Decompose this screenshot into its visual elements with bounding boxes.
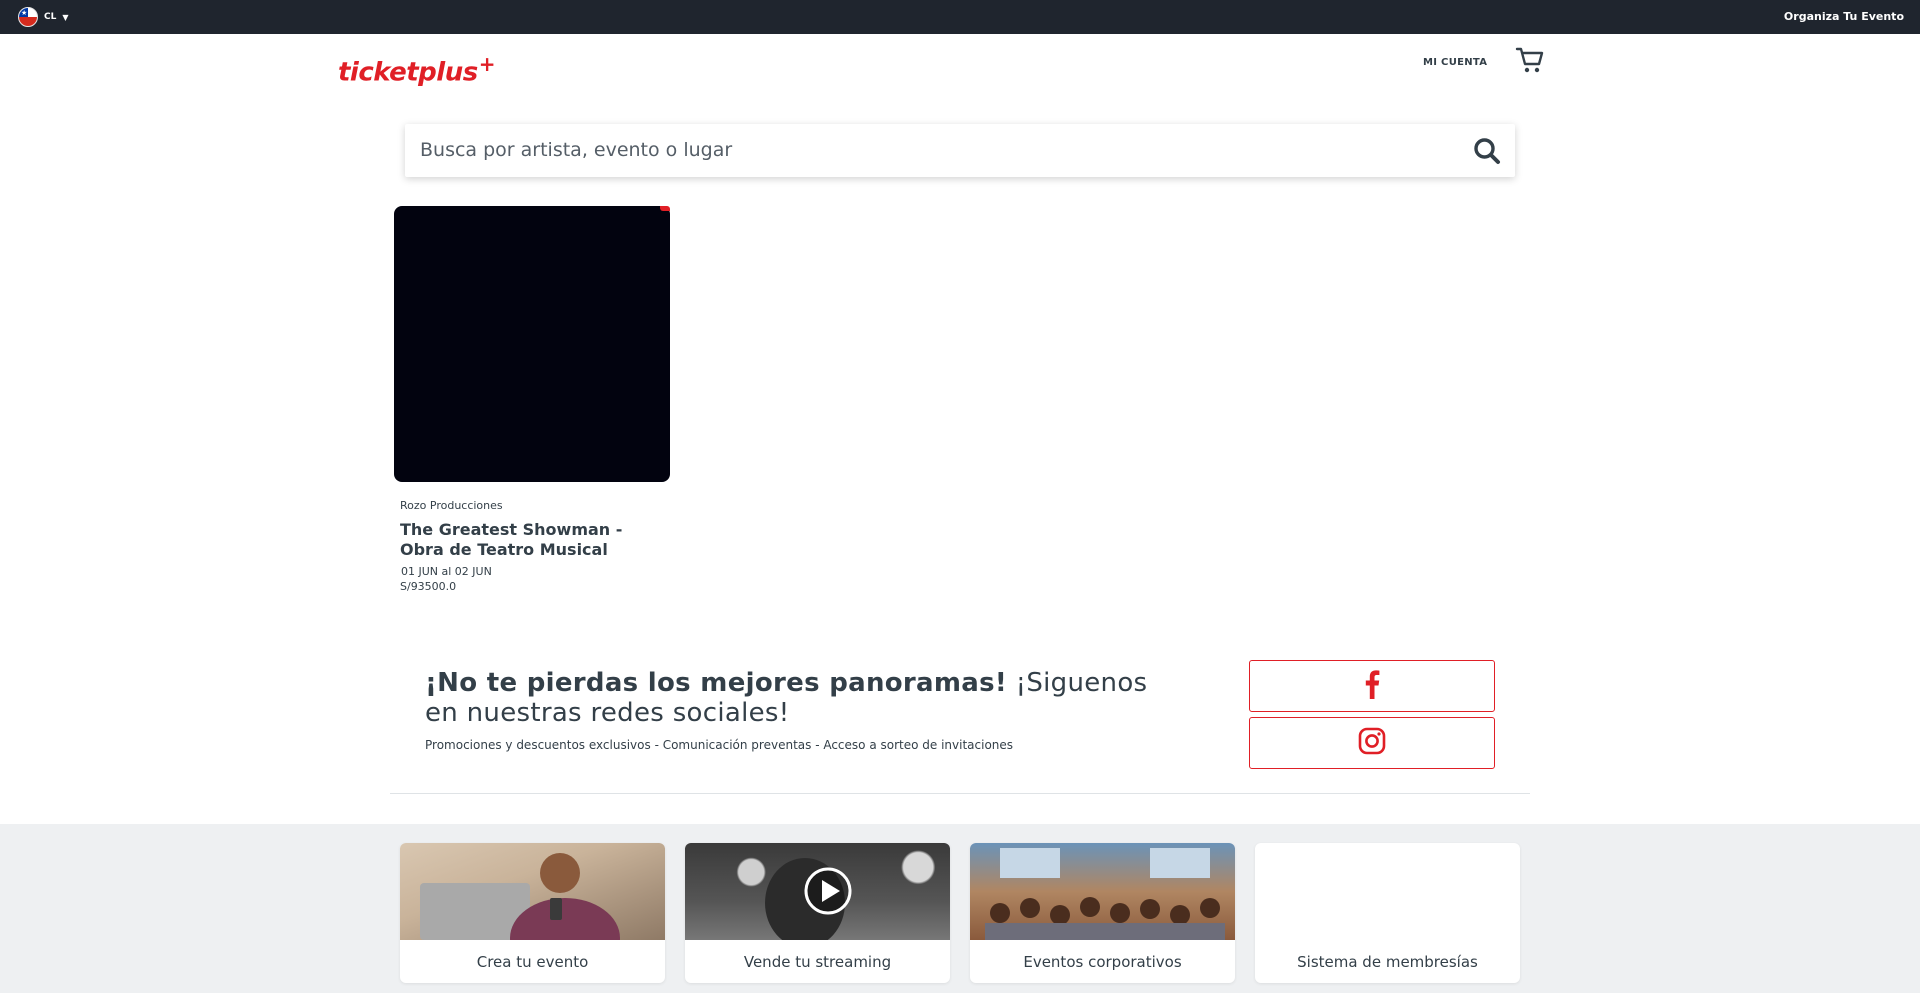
membership-label: Sistema de membresías xyxy=(1297,953,1478,971)
event-image[interactable] xyxy=(394,206,670,482)
event-title[interactable]: The Greatest Showman - Obra de Teatro Mu… xyxy=(400,520,660,560)
facebook-icon xyxy=(1364,669,1380,703)
create-event-image xyxy=(400,843,665,940)
promo-title: ¡No te pierdas los mejores panoramas! ¡S… xyxy=(425,668,1148,728)
corporate-events-tile[interactable]: Eventos corporativos xyxy=(970,843,1235,983)
account-link[interactable]: MI CUENTA xyxy=(1423,57,1487,68)
top-bar: ★ CL ▼ Organiza Tu Evento xyxy=(0,0,1920,34)
membership-image xyxy=(1255,843,1520,940)
services-section xyxy=(0,824,1920,993)
event-card[interactable]: Rozo Producciones The Greatest Showman -… xyxy=(394,206,671,593)
social-promo: ¡No te pierdas los mejores panoramas! ¡S… xyxy=(425,668,1185,752)
streaming-tile[interactable]: Vende tu streaming xyxy=(685,843,950,983)
ticketplus-logo[interactable]: ticketplus+ xyxy=(338,52,495,88)
membership-tile[interactable]: Sistema de membresías xyxy=(1255,843,1520,983)
search-input[interactable] xyxy=(420,135,1420,165)
search-bar xyxy=(405,124,1515,177)
create-event-tile[interactable]: Crea tu evento xyxy=(400,843,665,983)
instagram-icon xyxy=(1358,727,1386,759)
corporate-events-label: Eventos corporativos xyxy=(1023,953,1182,971)
promo-subtitle: Promociones y descuentos exclusivos - Co… xyxy=(425,738,1014,752)
facebook-button[interactable] xyxy=(1249,660,1495,712)
search-icon[interactable] xyxy=(1473,137,1501,165)
caret-down-icon: ▼ xyxy=(62,12,69,22)
organiza-tu-evento-link[interactable]: Organiza Tu Evento xyxy=(1784,10,1904,23)
event-dates: 01 JUN al 02 JUN xyxy=(401,565,492,578)
streaming-image xyxy=(685,843,950,940)
country-code: CL xyxy=(44,12,57,22)
event-badge xyxy=(660,206,670,211)
instagram-button[interactable] xyxy=(1249,717,1495,769)
shopping-cart-icon[interactable] xyxy=(1515,45,1545,75)
chile-flag-icon: ★ xyxy=(18,7,38,27)
event-producer: Rozo Producciones xyxy=(400,499,503,512)
event-price: S/93500.0 xyxy=(400,580,457,593)
create-event-label: Crea tu evento xyxy=(476,953,589,971)
section-divider xyxy=(390,793,1530,794)
country-selector[interactable]: ★ CL ▼ xyxy=(18,7,69,27)
corporate-events-image xyxy=(970,843,1235,940)
streaming-label: Vende tu streaming xyxy=(743,953,892,971)
